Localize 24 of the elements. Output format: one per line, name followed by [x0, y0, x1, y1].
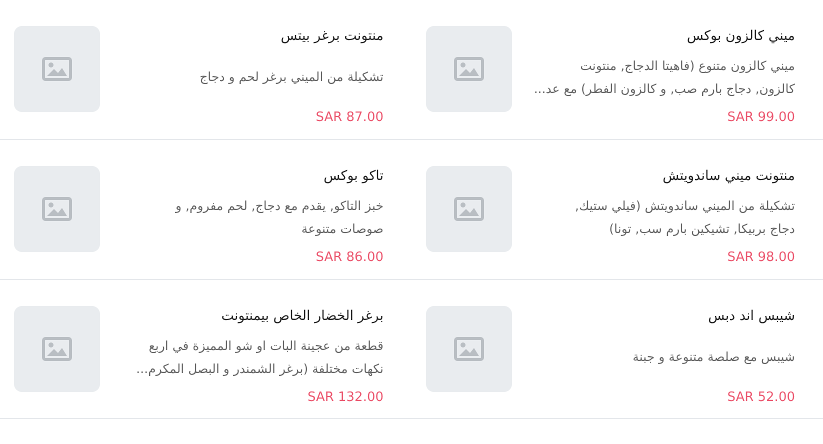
product-price: SAR 98.00 [726, 249, 795, 268]
product-description: خبز التاكو, يقدم مع دجاج, لحم مفروم, و صوصات متنوعة [174, 197, 384, 238]
product-price: SAR 52.00 [726, 389, 795, 408]
image-icon [454, 197, 484, 221]
product-title[interactable]: برغر الخضار الخاص بيمنتونت [114, 306, 384, 326]
image-icon [454, 57, 484, 81]
image-icon [42, 337, 72, 361]
product-price: SAR 87.00 [314, 109, 384, 128]
product-title[interactable]: منتونت برغر بيتس [114, 26, 384, 46]
product-description: تشكيلة من الميني برغر لحم و دجاج [198, 68, 384, 86]
image-icon [42, 197, 72, 221]
product-title[interactable]: شيبس اند دبس [526, 306, 795, 326]
image-icon [42, 57, 72, 81]
product-price: SAR 99.00 [726, 109, 795, 128]
product-description: تشكيلة من الميني ساندويتش (فيلي ستيك, دجاج بربيكا, تشيكين بارم سب, تونا) [574, 197, 795, 238]
product-description: شيبس مع صلصة متنوعة و جبنة [632, 348, 795, 366]
product-price: SAR 132.00 [306, 389, 384, 408]
product-description: قطعة من عجينة البات او شو المميزة في اربع نكهات مختلفة (برغر الشمندر و البصل المكرم... [135, 337, 384, 378]
product-title[interactable]: ميني كالزون بوكس [526, 26, 795, 46]
product-title[interactable]: منتونت ميني ساندويتش [526, 166, 795, 186]
product-price: SAR 86.00 [314, 249, 384, 268]
product-title[interactable]: تاكو بوكس [114, 166, 384, 186]
product-description: ميني كالزون متنوع (فاهيتا الدجاج, منتونت كالزون, دجاج بارم صب, و كالزون الفطر) مع عد... [532, 57, 795, 98]
image-icon [454, 337, 484, 361]
